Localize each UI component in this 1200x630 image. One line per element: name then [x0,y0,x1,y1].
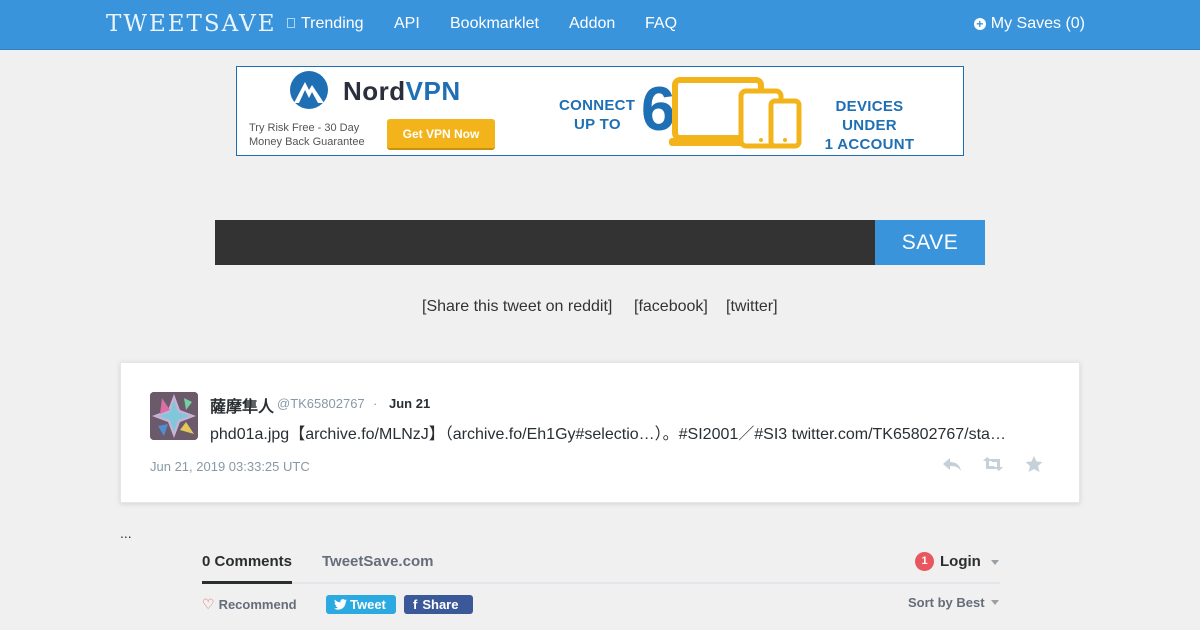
tweet-date[interactable]: Jun 21 [389,396,430,411]
top-navbar: TWEETSAVE Trending API Bookmarklet Addon… [0,0,1200,50]
share-reddit-link[interactable]: [Share this tweet on reddit] [422,298,612,316]
sort-caret-icon[interactable] [991,600,999,605]
recommend-button[interactable]: ♡ Recommend [202,596,297,613]
reply-icon[interactable] [941,455,963,473]
sort-by-dropdown[interactable]: Sort by Best [908,595,985,610]
avatar[interactable] [150,392,198,440]
my-saves-label: My Saves (0) [990,15,1085,32]
devices-icon [669,77,802,149]
ad-risk-line1: Try Risk Free - 30 Day [249,122,360,134]
comments-divider [202,582,1000,584]
my-saves-link[interactable]: + My Saves (0) [973,15,1085,33]
ad-brand-nord: Nord [343,76,406,106]
active-tab-underline [202,581,292,584]
nordvpn-mountain-icon [290,71,328,109]
heart-icon: ♡ [202,596,215,612]
share-twitter-link[interactable]: [twitter] [726,298,778,316]
share-facebook-link[interactable]: [facebook] [634,298,708,316]
site-logo[interactable]: TWEETSAVE [106,11,277,37]
ad-brand-vpn: VPN [405,76,461,106]
ad-devices-line1: DEVICES UNDER [835,98,904,134]
tweet-text: phd01a.jpg【archive.fo/MLNzJ】（archive.fo/… [210,426,1006,443]
ad-connect-line2: UP TO [574,116,621,133]
login-caret-icon[interactable] [991,560,999,565]
tweet-share-label: Tweet [350,597,386,612]
avatar-image [150,392,198,440]
nordvpn-ad-banner[interactable]: NordVPN Try Risk Free - 30 Day Money Bac… [236,66,964,156]
tweet-author-handle[interactable]: @TK65802767 [277,396,365,411]
nav-trending[interactable]: Trending [287,15,364,33]
tab-comments[interactable]: 0 Comments [202,553,292,570]
nav-faq[interactable]: FAQ [645,15,677,33]
retweet-icon[interactable] [982,455,1004,473]
recommend-label: Recommend [218,597,297,612]
facebook-share-button[interactable]: f Share [404,595,473,614]
ad-risk-text: Try Risk Free - 30 Day Money Back Guaran… [249,121,365,149]
tweet-share-button[interactable]: Tweet [326,595,396,614]
ad-connect-line1: CONNECT [559,97,636,114]
tweet-author-name[interactable]: 薩摩隼人 [210,393,274,417]
plus-circle-icon: + [973,18,986,30]
ad-devices-text: DEVICES UNDER 1 ACCOUNT [812,97,927,154]
tweet-separator: · [373,396,378,411]
nav-bookmarklet[interactable]: Bookmarklet [450,15,539,33]
get-vpn-button[interactable]: Get VPN Now [387,119,495,150]
save-button[interactable]: SAVE [875,220,985,265]
ad-connect-text: CONNECT UP TO [559,96,635,134]
tweet-url-input[interactable] [215,220,875,265]
facebook-f-icon: f [413,597,418,612]
square-icon [287,18,295,28]
tweet-timestamp: Jun 21, 2019 03:33:25 UTC [150,459,310,474]
nav-trending-label: Trending [301,15,364,32]
twitter-bird-icon [334,599,347,610]
ellipsis-text: ... [120,525,132,541]
ad-brand: NordVPN [343,76,461,107]
login-button[interactable]: Login [940,553,981,570]
ad-devices-line2: 1 ACCOUNT [824,136,915,153]
tab-site[interactable]: TweetSave.com [322,553,433,570]
ad-risk-line2: Money Back Guarantee [249,136,365,148]
nav-api[interactable]: API [394,15,420,33]
nav-addon[interactable]: Addon [569,15,615,33]
notification-badge[interactable]: 1 [915,552,934,571]
saved-tweet-card: 薩摩隼人 @TK65802767 · Jun 21 phd01a.jpg【arc… [120,362,1080,503]
facebook-share-label: Share [422,597,459,612]
favorite-icon[interactable] [1023,455,1045,473]
